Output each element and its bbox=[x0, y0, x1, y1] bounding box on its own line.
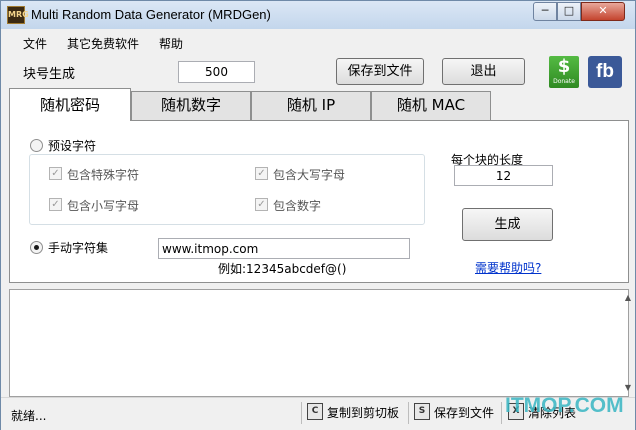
copy-to-clipboard-button[interactable]: 复制到剪切板 bbox=[327, 403, 399, 423]
block-length-input[interactable]: 12 bbox=[454, 165, 553, 186]
block-count-input[interactable]: 500 bbox=[178, 61, 255, 83]
dollar-icon: $ bbox=[557, 56, 571, 77]
minimize-button[interactable]: ─ bbox=[533, 2, 557, 21]
help-link[interactable]: 需要帮助吗? bbox=[475, 259, 541, 276]
exit-button[interactable]: 退出 bbox=[442, 58, 525, 85]
copy-icon[interactable]: C bbox=[307, 403, 323, 420]
maximize-button[interactable]: □ bbox=[557, 2, 581, 21]
manual-charset-radio[interactable] bbox=[30, 241, 43, 254]
facebook-button[interactable]: fb bbox=[588, 56, 622, 88]
tab-random-number[interactable]: 随机数字 bbox=[131, 91, 251, 120]
include-uppercase-checkbox[interactable]: ✓ bbox=[255, 167, 268, 180]
include-uppercase-label: 包含大写字母 bbox=[273, 168, 346, 182]
app-icon: MRG bbox=[7, 6, 29, 24]
generate-button[interactable]: 生成 bbox=[462, 208, 553, 241]
include-special-checkbox[interactable]: ✓ bbox=[49, 167, 62, 180]
main-window: MRG Multi Random Data Generator (MRDGen)… bbox=[0, 0, 636, 430]
tab-random-password[interactable]: 随机密码 bbox=[9, 88, 131, 121]
scroll-down-icon[interactable]: ▼ bbox=[621, 381, 635, 395]
status-text: 就绪... bbox=[11, 409, 47, 423]
scroll-up-icon[interactable]: ▲ bbox=[621, 291, 635, 305]
menu-bar: 文件 其它免费软件 帮助 bbox=[1, 33, 635, 53]
block-count-label: 块号生成 bbox=[23, 67, 76, 82]
site-watermark: ITMOP.COM bbox=[505, 394, 624, 417]
save-to-file-button[interactable]: 保存到文件 bbox=[336, 58, 424, 85]
facebook-icon: fb bbox=[596, 61, 614, 82]
include-lowercase-checkbox[interactable]: ✓ bbox=[49, 198, 62, 211]
include-digits-checkbox[interactable]: ✓ bbox=[255, 198, 268, 211]
checkmark-icon: ✓ bbox=[51, 168, 60, 179]
close-button[interactable]: ✕ bbox=[581, 2, 625, 21]
checkmark-icon: ✓ bbox=[257, 168, 266, 179]
preset-options-group bbox=[29, 154, 425, 225]
status-save-to-file-button[interactable]: 保存到文件 bbox=[434, 403, 494, 423]
checkmark-icon: ✓ bbox=[257, 199, 266, 210]
donate-button[interactable]: $ Donate bbox=[549, 56, 579, 88]
close-icon: ✕ bbox=[598, 4, 608, 17]
include-digits-label: 包含数字 bbox=[273, 199, 322, 213]
menu-other-free-software[interactable]: 其它免费软件 bbox=[67, 35, 139, 52]
status-separator bbox=[501, 402, 502, 424]
include-special-label: 包含特殊字符 bbox=[67, 168, 140, 182]
preset-chars-radio[interactable] bbox=[30, 139, 43, 152]
preset-chars-label: 预设字符 bbox=[48, 139, 97, 153]
tab-random-ip[interactable]: 随机 IP bbox=[251, 91, 371, 120]
window-title: Multi Random Data Generator (MRDGen) bbox=[31, 7, 271, 22]
status-separator bbox=[408, 402, 409, 424]
status-separator bbox=[301, 402, 302, 424]
save-icon[interactable]: S bbox=[414, 403, 430, 420]
maximize-icon: □ bbox=[563, 4, 575, 17]
checkmark-icon: ✓ bbox=[51, 199, 60, 210]
menu-help[interactable]: 帮助 bbox=[159, 35, 183, 52]
donate-label: Donate bbox=[553, 78, 575, 85]
minimize-icon: ─ bbox=[541, 4, 549, 17]
charset-example-text: 例如:12345abcdef@() bbox=[218, 262, 347, 276]
tab-random-mac[interactable]: 随机 MAC bbox=[371, 91, 491, 120]
manual-charset-label: 手动字符集 bbox=[48, 241, 109, 255]
manual-charset-input[interactable]: www.itmop.com bbox=[158, 238, 410, 259]
output-list[interactable]: ▲ ▼ bbox=[9, 289, 631, 397]
menu-file[interactable]: 文件 bbox=[23, 35, 47, 52]
include-lowercase-label: 包含小写字母 bbox=[67, 199, 140, 213]
title-bar[interactable]: MRG Multi Random Data Generator (MRDGen)… bbox=[1, 1, 635, 29]
